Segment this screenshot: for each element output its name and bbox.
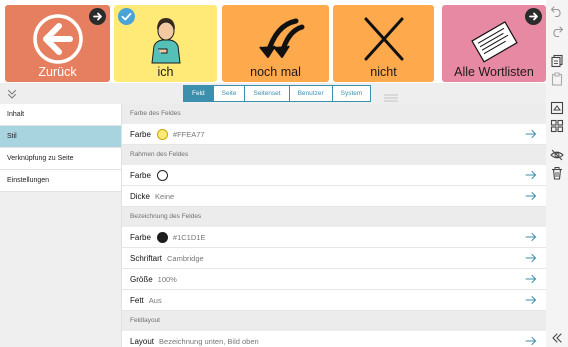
tab-seite[interactable]: Seite: [212, 85, 246, 102]
paste-icon[interactable]: [550, 72, 564, 86]
font-size-row[interactable]: Größe 100%: [122, 269, 546, 290]
trash-icon[interactable]: [550, 166, 564, 180]
tile-nicht-label: nicht: [370, 65, 397, 79]
right-toolbar: [546, 0, 568, 347]
section-header-feld: Farbe des Feldes: [122, 104, 546, 124]
arrow-right-icon: [525, 232, 537, 242]
nav-item-inhalt[interactable]: Inhalt: [0, 104, 121, 126]
layout-value: Bezeichnung unten, Bild oben: [159, 336, 259, 346]
border-color-row[interactable]: Farbe: [122, 165, 546, 186]
arrow-right-icon: [525, 336, 537, 346]
nav-item-verknuepfung[interactable]: Verknüpfung zu Seite: [0, 148, 121, 170]
field-color-value: #FFEA77: [172, 129, 205, 139]
tile-alle-wortlisten-label: Alle Wortlisten: [454, 65, 534, 79]
undo-icon[interactable]: [550, 4, 564, 18]
arrow-right-icon: [525, 274, 537, 284]
redo-icon[interactable]: [550, 24, 564, 38]
border-color-label: Farbe: [130, 170, 151, 180]
tile-ich[interactable]: ich: [114, 5, 217, 82]
nav-item-einstellungen[interactable]: Einstellungen: [0, 170, 121, 192]
tab-group: Feld Seite Seitenset Benutzer System: [183, 85, 372, 102]
arrow-right-icon: [525, 295, 537, 305]
field-color-row[interactable]: Farbe #FFEA77: [122, 124, 546, 145]
linked-page-icon: [89, 8, 106, 25]
cross-icon: [333, 13, 434, 65]
tile-noch-mal[interactable]: noch mal: [222, 5, 329, 82]
left-nav: Inhalt Stil Verknüpfung zu Seite Einstel…: [0, 104, 122, 347]
tile-back[interactable]: Zurück: [5, 5, 110, 82]
section-header-layout: Feldlayout: [122, 311, 546, 331]
border-width-label: Dicke: [130, 191, 151, 201]
field-color-label: Farbe: [130, 129, 151, 139]
field-color-swatch: [156, 128, 168, 140]
layout-label: Layout: [130, 336, 155, 346]
border-color-swatch: [156, 169, 168, 181]
copy-icon[interactable]: [550, 54, 564, 68]
font-family-row[interactable]: Schriftart Cambridge: [122, 248, 546, 269]
section-header-rahmen: Rahmen des Feldes: [122, 145, 546, 165]
collapse-panel-icon[interactable]: [6, 87, 18, 99]
font-family-value: Cambridge: [167, 253, 204, 263]
tab-benutzer[interactable]: Benutzer: [288, 85, 333, 102]
label-color-value: #1C1D1E: [172, 232, 206, 242]
bold-row[interactable]: Fett Aus: [122, 290, 546, 311]
label-color-label: Farbe: [130, 232, 151, 242]
collapse-left-icon[interactable]: [550, 331, 564, 345]
tabs-bar: Feld Seite Seitenset Benutzer System: [0, 83, 546, 104]
tabs-menu-icon[interactable]: [384, 89, 398, 102]
tile-noch-mal-label: noch mal: [250, 65, 301, 79]
grid-icon[interactable]: [550, 119, 564, 133]
tab-feld[interactable]: Feld: [183, 85, 214, 102]
tab-system[interactable]: System: [331, 85, 372, 102]
crop-icon[interactable]: [550, 101, 564, 115]
arrow-right-icon: [525, 253, 537, 263]
font-size-label: Größe: [130, 274, 153, 284]
label-color-swatch: [156, 231, 168, 243]
border-width-value: Keine: [155, 191, 175, 201]
tile-alle-wortlisten[interactable]: Alle Wortlisten: [442, 5, 546, 82]
tile-nicht[interactable]: nicht: [333, 5, 434, 82]
section-header-bezeichnung: Bezeichnung des Feldes: [122, 207, 546, 227]
app-root: Zurück ich noch mal nicht Alle Wortliste…: [0, 0, 568, 347]
layout-row[interactable]: Layout Bezeichnung unten, Bild oben: [122, 331, 546, 347]
tile-ich-label: ich: [157, 65, 174, 79]
tab-seitenset[interactable]: Seitenset: [244, 85, 290, 102]
arrow-right-icon: [525, 170, 537, 180]
person-pointing-self-icon: [114, 13, 217, 65]
border-width-row[interactable]: Dicke Keine: [122, 186, 546, 207]
arrow-right-icon: [525, 129, 537, 139]
arrow-right-icon: [525, 191, 537, 201]
nav-item-stil[interactable]: Stil: [0, 126, 121, 148]
label-color-row[interactable]: Farbe #1C1D1E: [122, 227, 546, 248]
style-settings-panel: Farbe des Feldes Farbe #FFEA77 Rahmen de…: [122, 104, 546, 347]
font-size-value: 100%: [157, 274, 177, 284]
bold-label: Fett: [130, 295, 144, 305]
font-family-label: Schriftart: [130, 253, 163, 263]
tile-back-label: Zurück: [38, 65, 77, 79]
bold-value: Aus: [148, 295, 162, 305]
linked-page-icon: [525, 8, 542, 25]
hide-icon[interactable]: [550, 148, 564, 162]
repeat-arrows-icon: [222, 13, 329, 65]
